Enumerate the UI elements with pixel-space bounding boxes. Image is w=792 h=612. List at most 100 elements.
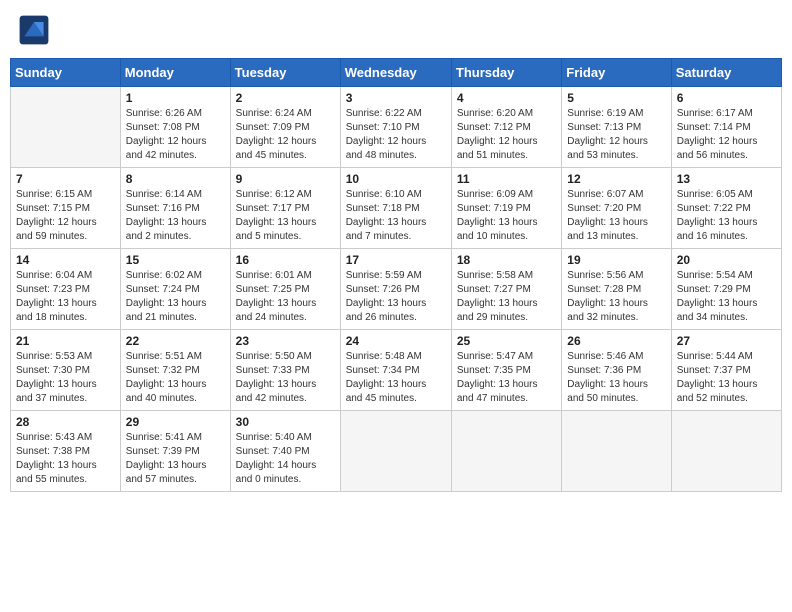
day-info: Sunrise: 5:44 AM Sunset: 7:37 PM Dayligh… — [677, 350, 776, 406]
day-number: 28 — [16, 415, 115, 429]
day-info: Sunrise: 5:40 AM Sunset: 7:40 PM Dayligh… — [236, 431, 335, 487]
weekday-header: Sunday — [11, 59, 121, 87]
calendar-table: SundayMondayTuesdayWednesdayThursdayFrid… — [10, 58, 782, 492]
day-number: 11 — [457, 172, 556, 186]
day-info: Sunrise: 6:09 AM Sunset: 7:19 PM Dayligh… — [457, 188, 556, 244]
day-info: Sunrise: 5:46 AM Sunset: 7:36 PM Dayligh… — [567, 350, 665, 406]
day-info: Sunrise: 6:04 AM Sunset: 7:23 PM Dayligh… — [16, 269, 115, 325]
day-number: 17 — [346, 253, 446, 267]
calendar-cell: 27Sunrise: 5:44 AM Sunset: 7:37 PM Dayli… — [671, 330, 781, 411]
day-number: 2 — [236, 91, 335, 105]
day-number: 14 — [16, 253, 115, 267]
calendar-cell: 13 Sunrise: 6:05 AM Sunset: 7:22 PM Dayli… — [671, 168, 781, 249]
day-number: 26 — [567, 334, 665, 348]
logo-icon — [18, 14, 50, 46]
calendar-cell — [11, 87, 121, 168]
day-info: Sunrise: 6:17 AM Sunset: 7:14 PM Dayligh… — [677, 107, 776, 163]
day-info: Sunrise: 6:22 AM Sunset: 7:10 PM Dayligh… — [346, 107, 446, 163]
day-info: Sunrise: 6:12 AM Sunset: 7:17 PM Dayligh… — [236, 188, 335, 244]
calendar-cell: 30 Sunrise: 5:40 AM Sunset: 7:40 PM Dayli… — [230, 411, 340, 492]
calendar-cell: 4 Sunrise: 6:20 AM Sunset: 7:12 PM Daylig… — [451, 87, 561, 168]
calendar-cell: 1 Sunrise: 6:26 AM Sunset: 7:08 PM Daylig… — [120, 87, 230, 168]
logo — [18, 14, 54, 46]
day-number: 15 — [126, 253, 225, 267]
day-number: 1 — [126, 91, 225, 105]
day-number: 3 — [346, 91, 446, 105]
day-info: Sunrise: 5:51 AM Sunset: 7:32 PM Dayligh… — [126, 350, 225, 406]
day-info: Sunrise: 6:01 AM Sunset: 7:25 PM Dayligh… — [236, 269, 335, 325]
calendar-cell: 24Sunrise: 5:48 AM Sunset: 7:34 PM Dayli… — [340, 330, 451, 411]
calendar-cell: 22 Sunrise: 5:51 AM Sunset: 7:32 PM Dayli… — [120, 330, 230, 411]
calendar-cell: 15 Sunrise: 6:02 AM Sunset: 7:24 PM Dayli… — [120, 249, 230, 330]
day-number: 19 — [567, 253, 665, 267]
day-number: 29 — [126, 415, 225, 429]
calendar-cell: 14 Sunrise: 6:04 AM Sunset: 7:23 PM Dayli… — [11, 249, 121, 330]
day-number: 20 — [677, 253, 776, 267]
weekday-header: Wednesday — [340, 59, 451, 87]
day-info: Sunrise: 5:59 AM Sunset: 7:26 PM Dayligh… — [346, 269, 446, 325]
calendar-week-row: 14 Sunrise: 6:04 AM Sunset: 7:23 PM Dayli… — [11, 249, 782, 330]
calendar-cell: 8 Sunrise: 6:14 AM Sunset: 7:16 PM Daylig… — [120, 168, 230, 249]
day-info: Sunrise: 5:41 AM Sunset: 7:39 PM Dayligh… — [126, 431, 225, 487]
day-number: 23 — [236, 334, 335, 348]
day-info: Sunrise: 6:15 AM Sunset: 7:15 PM Dayligh… — [16, 188, 115, 244]
weekday-header: Saturday — [671, 59, 781, 87]
day-number: 5 — [567, 91, 665, 105]
day-number: 6 — [677, 91, 776, 105]
calendar-cell: 23 Sunrise: 5:50 AM Sunset: 7:33 PM Dayli… — [230, 330, 340, 411]
calendar-cell — [451, 411, 561, 492]
day-info: Sunrise: 6:02 AM Sunset: 7:24 PM Dayligh… — [126, 269, 225, 325]
day-number: 16 — [236, 253, 335, 267]
calendar-cell: 9Sunrise: 6:12 AM Sunset: 7:17 PM Daylig… — [230, 168, 340, 249]
day-info: Sunrise: 6:19 AM Sunset: 7:13 PM Dayligh… — [567, 107, 665, 163]
calendar-cell — [671, 411, 781, 492]
calendar-cell: 2 Sunrise: 6:24 AM Sunset: 7:09 PM Daylig… — [230, 87, 340, 168]
day-info: Sunrise: 6:20 AM Sunset: 7:12 PM Dayligh… — [457, 107, 556, 163]
calendar-cell: 7Sunrise: 6:15 AM Sunset: 7:15 PM Daylig… — [11, 168, 121, 249]
day-info: Sunrise: 6:05 AM Sunset: 7:22 PM Dayligh… — [677, 188, 776, 244]
calendar-cell: 16 Sunrise: 6:01 AM Sunset: 7:25 PM Dayli… — [230, 249, 340, 330]
day-number: 30 — [236, 415, 335, 429]
calendar-cell — [340, 411, 451, 492]
day-info: Sunrise: 5:48 AM Sunset: 7:34 PM Dayligh… — [346, 350, 446, 406]
calendar-cell: 18Sunrise: 5:58 AM Sunset: 7:27 PM Dayli… — [451, 249, 561, 330]
day-info: Sunrise: 5:43 AM Sunset: 7:38 PM Dayligh… — [16, 431, 115, 487]
calendar-cell: 20Sunrise: 5:54 AM Sunset: 7:29 PM Dayli… — [671, 249, 781, 330]
calendar-week-row: 21 Sunrise: 5:53 AM Sunset: 7:30 PM Dayli… — [11, 330, 782, 411]
weekday-header-row: SundayMondayTuesdayWednesdayThursdayFrid… — [11, 59, 782, 87]
day-info: Sunrise: 6:24 AM Sunset: 7:09 PM Dayligh… — [236, 107, 335, 163]
calendar-week-row: 7Sunrise: 6:15 AM Sunset: 7:15 PM Daylig… — [11, 168, 782, 249]
calendar-cell: 11 Sunrise: 6:09 AM Sunset: 7:19 PM Dayli… — [451, 168, 561, 249]
day-number: 22 — [126, 334, 225, 348]
calendar-cell: 3 Sunrise: 6:22 AM Sunset: 7:10 PM Daylig… — [340, 87, 451, 168]
weekday-header: Monday — [120, 59, 230, 87]
calendar-cell: 29 Sunrise: 5:41 AM Sunset: 7:39 PM Dayli… — [120, 411, 230, 492]
day-info: Sunrise: 5:58 AM Sunset: 7:27 PM Dayligh… — [457, 269, 556, 325]
day-number: 4 — [457, 91, 556, 105]
day-number: 12 — [567, 172, 665, 186]
day-info: Sunrise: 6:07 AM Sunset: 7:20 PM Dayligh… — [567, 188, 665, 244]
calendar-cell: 12 Sunrise: 6:07 AM Sunset: 7:20 PM Dayli… — [562, 168, 671, 249]
day-number: 8 — [126, 172, 225, 186]
weekday-header: Tuesday — [230, 59, 340, 87]
calendar-week-row: 28 Sunrise: 5:43 AM Sunset: 7:38 PM Dayli… — [11, 411, 782, 492]
day-number: 13 — [677, 172, 776, 186]
calendar-cell: 6 Sunrise: 6:17 AM Sunset: 7:14 PM Daylig… — [671, 87, 781, 168]
day-info: Sunrise: 5:50 AM Sunset: 7:33 PM Dayligh… — [236, 350, 335, 406]
day-number: 10 — [346, 172, 446, 186]
day-info: Sunrise: 6:26 AM Sunset: 7:08 PM Dayligh… — [126, 107, 225, 163]
calendar-cell: 26 Sunrise: 5:46 AM Sunset: 7:36 PM Dayli… — [562, 330, 671, 411]
day-number: 21 — [16, 334, 115, 348]
day-number: 25 — [457, 334, 556, 348]
day-info: Sunrise: 6:14 AM Sunset: 7:16 PM Dayligh… — [126, 188, 225, 244]
page-header — [10, 10, 782, 50]
calendar-cell — [562, 411, 671, 492]
calendar-cell: 5 Sunrise: 6:19 AM Sunset: 7:13 PM Daylig… — [562, 87, 671, 168]
calendar-cell: 21 Sunrise: 5:53 AM Sunset: 7:30 PM Dayli… — [11, 330, 121, 411]
weekday-header: Friday — [562, 59, 671, 87]
calendar-cell: 10 Sunrise: 6:10 AM Sunset: 7:18 PM Dayli… — [340, 168, 451, 249]
day-info: Sunrise: 6:10 AM Sunset: 7:18 PM Dayligh… — [346, 188, 446, 244]
day-info: Sunrise: 5:53 AM Sunset: 7:30 PM Dayligh… — [16, 350, 115, 406]
day-info: Sunrise: 5:47 AM Sunset: 7:35 PM Dayligh… — [457, 350, 556, 406]
calendar-cell: 19Sunrise: 5:56 AM Sunset: 7:28 PM Dayli… — [562, 249, 671, 330]
